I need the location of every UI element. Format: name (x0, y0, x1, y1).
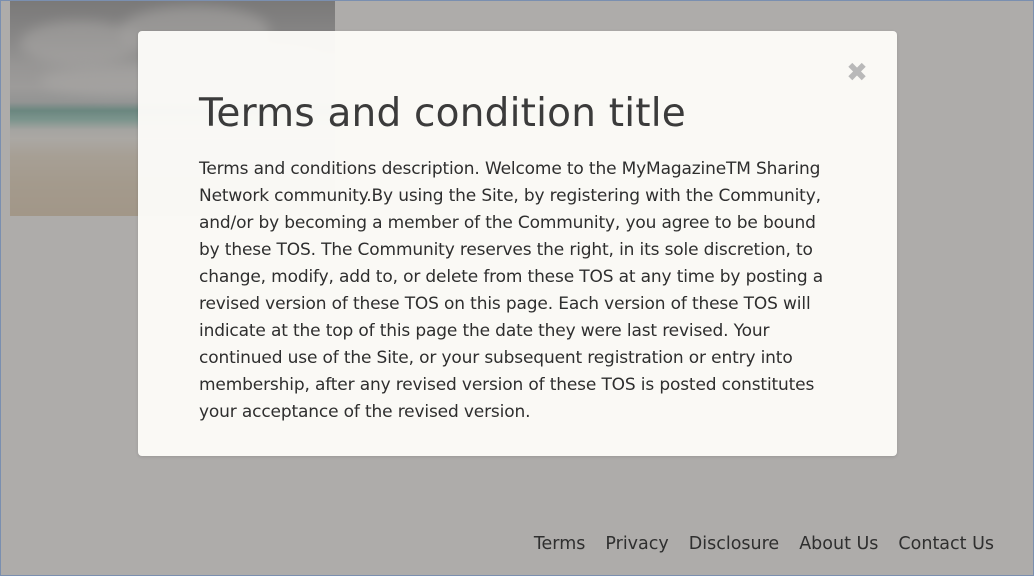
footer-nav: Terms Privacy Disclosure About Us Contac… (534, 534, 994, 554)
footer-link-privacy[interactable]: Privacy (605, 534, 668, 554)
footer-link-terms[interactable]: Terms (534, 534, 586, 554)
modal-title: Terms and condition title (199, 91, 686, 136)
browser-window: ✖ Terms and condition title Terms and co… (0, 0, 1034, 576)
close-icon[interactable]: ✖ (845, 60, 869, 86)
footer-link-contact-us[interactable]: Contact Us (898, 534, 994, 554)
modal-body-text: Terms and conditions description. Welcom… (199, 159, 824, 422)
footer-link-about-us[interactable]: About Us (799, 534, 878, 554)
footer-link-disclosure[interactable]: Disclosure (689, 534, 779, 554)
terms-modal: ✖ Terms and condition title Terms and co… (138, 31, 897, 456)
